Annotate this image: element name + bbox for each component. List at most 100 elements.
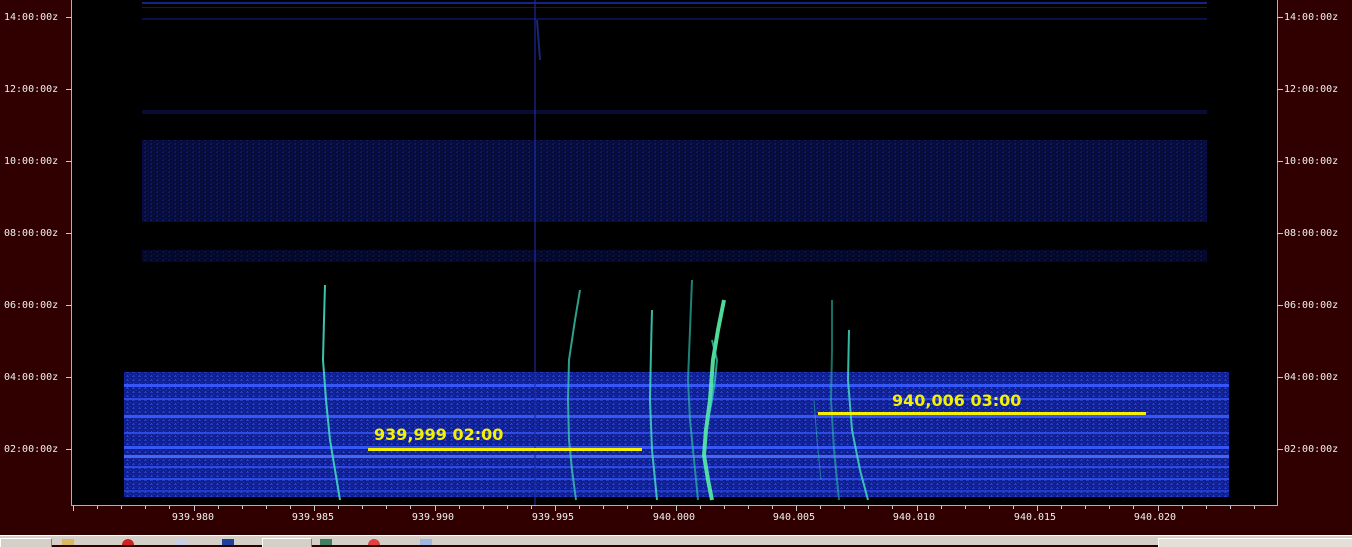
x-tick [651,506,652,509]
x-tick [1182,506,1183,509]
y-tick [1277,449,1283,450]
x-tick [868,506,869,509]
spectrogram-window: 939,999 02:00 940,006 03:00 14:00:00z 12… [0,0,1352,547]
x-tick [844,506,845,509]
x-tick [410,506,411,509]
network-icon[interactable] [176,539,188,545]
stop-icon[interactable] [122,539,134,545]
freq-label: 939.995 [531,512,575,523]
x-tick [579,506,580,509]
x-tick [266,506,267,509]
x-tick [145,506,146,509]
taskbar-button[interactable] [0,538,52,547]
x-tick [459,506,460,509]
x-tick [796,506,797,511]
time-label-left: 08:00:00z [4,228,59,239]
freq-label: 939.990 [411,512,455,523]
y-tick [1277,161,1283,162]
x-tick [1158,506,1159,511]
x-tick [603,506,604,509]
time-label-right: 08:00:00z [1284,228,1339,239]
x-tick [218,506,219,509]
annotation-label-2: 940,006 03:00 [892,391,1022,410]
y-tick [1277,305,1283,306]
x-tick [1061,506,1062,509]
waterfall-image [124,0,1229,506]
x-tick [362,506,363,509]
taskbar-button[interactable] [262,538,312,547]
x-tick [627,506,628,509]
x-axis-line [72,505,1277,506]
x-tick [1037,506,1038,511]
taskbar-status-area [1158,538,1352,547]
x-tick [917,506,918,511]
x-tick [989,506,990,509]
x-tick [194,506,195,511]
x-tick [531,506,532,509]
y-tick [1277,233,1283,234]
freq-label: 939.980 [171,512,215,523]
y-tick [1277,377,1283,378]
x-tick [555,506,556,511]
x-tick [338,506,339,509]
chart-icon[interactable] [320,539,332,545]
y-tick [1277,17,1283,18]
user-icon[interactable] [222,539,234,545]
y-tick [66,449,72,450]
time-label-right: 06:00:00z [1284,300,1339,311]
time-label-left: 14:00:00z [4,12,59,23]
y-tick [66,305,72,306]
x-tick [820,506,821,509]
y-tick [66,233,72,234]
time-label-left: 12:00:00z [4,84,59,95]
x-tick [1206,506,1207,509]
annotation-line-2 [818,412,1146,415]
annotation-label-1: 939,999 02:00 [374,425,504,444]
freq-label: 940.010 [892,512,936,523]
annotation-line-1 [368,448,642,451]
x-tick [507,506,508,509]
x-tick [1109,506,1110,509]
freq-label: 940.005 [772,512,816,523]
y-tick [66,161,72,162]
time-label-right: 12:00:00z [1284,84,1339,95]
x-tick [748,506,749,509]
x-tick [386,506,387,509]
y-axis-line-left [71,0,72,506]
waterfall-plot[interactable]: 939,999 02:00 940,006 03:00 [72,0,1277,506]
x-tick [1230,506,1231,509]
y-axis-line-right [1277,0,1278,506]
freq-label: 940.000 [652,512,696,523]
record-icon[interactable] [368,539,380,545]
x-tick [290,506,291,509]
time-label-right: 04:00:00z [1284,372,1339,383]
folder-icon[interactable] [62,539,74,545]
time-label-right: 10:00:00z [1284,156,1339,167]
x-tick [941,506,942,509]
time-label-left: 06:00:00z [4,300,59,311]
y-tick [66,89,72,90]
x-tick [724,506,725,509]
x-tick [121,506,122,509]
x-tick [1133,506,1134,509]
time-label-right: 14:00:00z [1284,12,1339,23]
x-tick [772,506,773,509]
freq-label: 939.985 [291,512,335,523]
y-tick [1277,89,1283,90]
x-tick [435,506,436,511]
x-tick [169,506,170,509]
x-tick [676,506,677,511]
x-tick [965,506,966,509]
x-tick [73,506,74,511]
x-tick [892,506,893,509]
y-tick [66,377,72,378]
time-label-left: 02:00:00z [4,444,59,455]
x-tick [700,506,701,509]
freq-label: 940.020 [1133,512,1177,523]
freq-label: 940.015 [1013,512,1057,523]
x-tick [1013,506,1014,509]
x-tick [483,506,484,509]
window-icon[interactable] [420,539,432,545]
x-tick [242,506,243,509]
y-tick [66,17,72,18]
